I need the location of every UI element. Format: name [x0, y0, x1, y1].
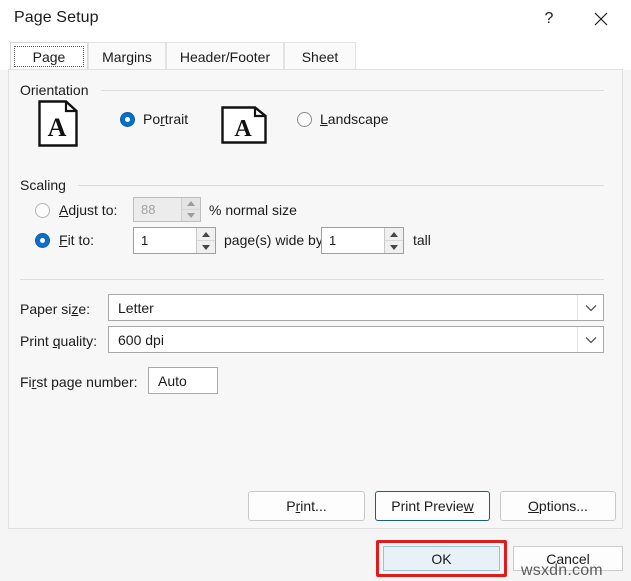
- adjust-to-increment-icon[interactable]: [182, 198, 200, 210]
- help-glyph: ?: [544, 10, 554, 27]
- print-quality-label: Print quality:: [20, 333, 97, 349]
- fit-to-tall-stepper-buttons: [384, 228, 403, 253]
- adjust-to-suffix-label: % normal size: [209, 202, 297, 218]
- tab-header-footer[interactable]: Header/Footer: [166, 42, 284, 70]
- print-preview-button[interactable]: Print Preview: [375, 491, 490, 521]
- print-preview-button-label: Print Preview: [391, 498, 473, 514]
- fit-to-radio[interactable]: [35, 233, 50, 248]
- scaling-section-divider: [20, 279, 604, 280]
- fit-to-pages-wide-value: 1: [141, 233, 149, 248]
- fit-to-wide-stepper-buttons: [196, 228, 215, 253]
- paper-size-label-pre: Paper si: [20, 301, 72, 317]
- page-setup-dialog: Page Setup ? Page Margins Header/Footer …: [0, 0, 631, 581]
- page-tab-panel: Orientation A Portrait A Landscape Scali…: [8, 69, 623, 529]
- watermark-text: wsxdn.com: [521, 562, 603, 579]
- first-page-number-input[interactable]: Auto: [148, 367, 218, 394]
- fit-to-wide-decrement-icon[interactable]: [197, 241, 215, 253]
- portrait-label-pre: Po: [143, 111, 161, 127]
- first-page-number-label-pre: Fi: [20, 374, 32, 390]
- fit-to-tall-increment-icon[interactable]: [385, 228, 403, 241]
- tab-sheet[interactable]: Sheet: [284, 42, 356, 70]
- landscape-radio-label[interactable]: Landscape: [320, 111, 389, 127]
- paper-size-label-post: e:: [78, 301, 91, 317]
- fit-to-tall-label: tall: [413, 232, 431, 248]
- svg-text:A: A: [48, 113, 67, 142]
- chevron-down-icon[interactable]: [577, 295, 603, 320]
- print-quality-value: 600 dpi: [118, 331, 164, 348]
- ok-button-label: OK: [431, 550, 452, 567]
- adjust-to-decrement-icon[interactable]: [182, 210, 200, 221]
- fit-to-wide-increment-icon[interactable]: [197, 228, 215, 241]
- portrait-radio[interactable]: [120, 112, 135, 127]
- page-title: Page Setup: [14, 9, 99, 26]
- adjust-label-accel: A: [59, 202, 69, 218]
- fit-label-post: it to:: [67, 232, 95, 248]
- options-label-accel: O: [528, 498, 539, 514]
- print-label-pre: P: [286, 498, 296, 514]
- paper-size-dropdown[interactable]: Letter: [108, 294, 604, 321]
- paper-size-value: Letter: [118, 299, 154, 316]
- paper-size-label: Paper size:: [20, 301, 90, 317]
- adjust-to-value: 88: [141, 202, 156, 217]
- print-button[interactable]: Print...: [248, 491, 365, 521]
- close-icon[interactable]: [583, 4, 619, 34]
- fit-label-accel: F: [59, 232, 68, 248]
- svg-text:A: A: [234, 116, 252, 142]
- fit-to-pages-tall-value: 1: [329, 233, 337, 248]
- tab-page[interactable]: Page: [10, 42, 88, 70]
- help-question-icon[interactable]: ?: [531, 4, 567, 34]
- chevron-down-icon[interactable]: [577, 327, 603, 352]
- portrait-radio-label[interactable]: Portrait: [143, 111, 188, 127]
- adjust-to-radio[interactable]: [35, 203, 50, 218]
- title-bar: Page Setup ?: [0, 0, 631, 40]
- scaling-group-rule: [78, 185, 604, 186]
- print-preview-label-pre: Print Previe: [391, 498, 464, 514]
- fit-to-tall-decrement-icon[interactable]: [385, 241, 403, 253]
- options-label-post: ptions...: [538, 498, 588, 514]
- adjust-to-label[interactable]: Adjust to:: [59, 202, 117, 218]
- landscape-page-icon: A: [221, 106, 267, 144]
- orientation-group-rule: [101, 90, 604, 91]
- options-button[interactable]: Options...: [500, 491, 616, 521]
- portrait-page-icon: A: [38, 100, 78, 147]
- tab-header-footer-label: Header/Footer: [179, 48, 271, 65]
- print-label-post: int...: [300, 498, 327, 514]
- fit-to-label[interactable]: Fit to:: [59, 232, 94, 248]
- tab-strip: Page Margins Header/Footer Sheet: [0, 40, 631, 70]
- print-quality-label-post: uality:: [60, 333, 98, 349]
- tab-sheet-label: Sheet: [301, 48, 339, 65]
- adjust-label-post: djust to:: [68, 202, 118, 218]
- first-page-number-label-post: st page number:: [36, 374, 138, 390]
- landscape-label-post: andscape: [327, 111, 389, 127]
- tab-focus-ring: [14, 46, 84, 67]
- adjust-to-stepper[interactable]: 88: [133, 197, 201, 222]
- orientation-group-label: Orientation: [20, 82, 95, 98]
- tab-margins-label: Margins: [102, 48, 152, 65]
- print-button-label: Print...: [286, 498, 326, 514]
- fit-to-pages-wide-stepper[interactable]: 1: [133, 227, 216, 254]
- portrait-label-post: trait: [164, 111, 189, 127]
- ok-button[interactable]: OK: [383, 546, 500, 571]
- options-button-label: Options...: [528, 498, 588, 514]
- first-page-number-label: First page number:: [20, 374, 138, 390]
- fit-to-pages-tall-stepper[interactable]: 1: [321, 227, 404, 254]
- tab-margins[interactable]: Margins: [88, 42, 166, 70]
- fit-to-mid-label: page(s) wide by: [224, 232, 323, 248]
- landscape-radio[interactable]: [297, 112, 312, 127]
- print-preview-label-accel: w: [463, 498, 474, 514]
- print-quality-label-pre: Print: [20, 333, 53, 349]
- scaling-group-label: Scaling: [20, 177, 72, 193]
- print-quality-dropdown[interactable]: 600 dpi: [108, 326, 604, 353]
- landscape-label-accel: L: [320, 111, 328, 127]
- adjust-to-stepper-buttons: [181, 198, 200, 221]
